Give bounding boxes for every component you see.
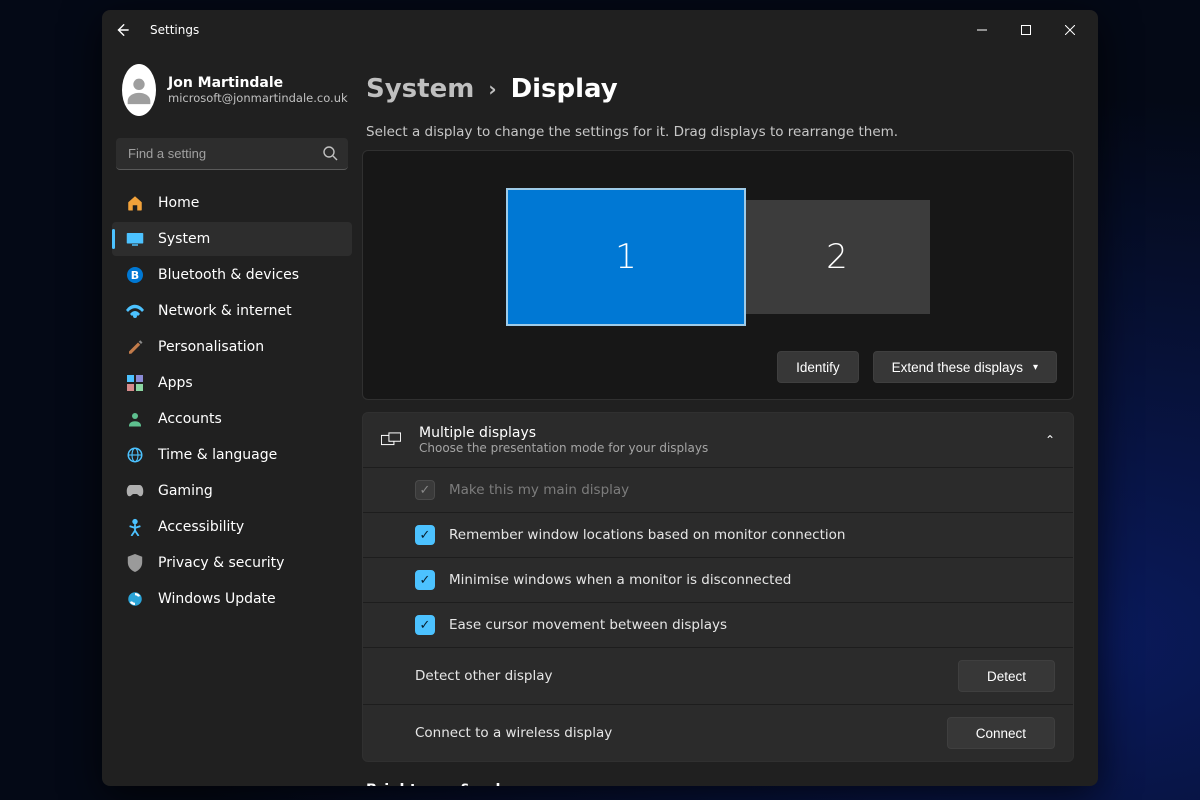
checkbox-main-disabled: ✓ <box>415 480 435 500</box>
opt-detect-label: Detect other display <box>415 668 553 684</box>
extend-label: Extend these displays <box>892 360 1023 375</box>
monitors-icon <box>381 432 401 448</box>
opt-remember[interactable]: ✓ Remember window locations based on mon… <box>363 512 1073 557</box>
card-subtitle: Choose the presentation mode for your di… <box>419 441 708 455</box>
breadcrumb: System › Display <box>362 66 1088 122</box>
nav-icon <box>126 410 144 428</box>
sidebar-item-privacy-security[interactable]: Privacy & security <box>112 546 352 580</box>
svg-text:B: B <box>131 269 139 282</box>
nav-icon <box>126 590 144 608</box>
sidebar-item-accounts[interactable]: Accounts <box>112 402 352 436</box>
opt-connect-row: Connect to a wireless display Connect <box>363 704 1073 761</box>
extend-dropdown[interactable]: Extend these displays ▾ <box>873 351 1057 383</box>
breadcrumb-parent[interactable]: System <box>366 74 474 104</box>
close-button[interactable] <box>1048 13 1092 47</box>
nav-icon <box>126 554 144 572</box>
identify-button[interactable]: Identify <box>777 351 859 383</box>
nav-icon <box>126 338 144 356</box>
scroll-area[interactable]: Select a display to change the settings … <box>362 122 1088 786</box>
nav-label: Gaming <box>158 483 213 499</box>
sidebar-item-gaming[interactable]: Gaming <box>112 474 352 508</box>
multiple-displays-card: Multiple displays Choose the presentatio… <box>362 412 1074 762</box>
monitor-2[interactable]: 2 <box>744 200 930 314</box>
window-title: Settings <box>150 23 199 37</box>
nav-label: Bluetooth & devices <box>158 267 299 283</box>
opt-main-label: Make this my main display <box>449 482 629 498</box>
nav-icon <box>126 446 144 464</box>
sidebar-item-home[interactable]: Home <box>112 186 352 220</box>
opt-connect-label: Connect to a wireless display <box>415 725 612 741</box>
profile-block[interactable]: Jon Martindale microsoft@jonmartindale.c… <box>108 60 356 124</box>
window-controls <box>960 13 1092 47</box>
chevron-up-icon: ⌃ <box>1045 433 1055 447</box>
nav-icon <box>126 375 144 391</box>
chevron-right-icon: › <box>488 77 496 101</box>
nav-icon <box>126 231 144 247</box>
sidebar-item-network-internet[interactable]: Network & internet <box>112 294 352 328</box>
titlebar: Settings <box>102 10 1098 50</box>
nav-icon <box>126 304 144 318</box>
nav-label: Windows Update <box>158 591 276 607</box>
checkbox-ease[interactable]: ✓ <box>415 615 435 635</box>
back-button[interactable] <box>114 23 130 37</box>
nav-label: Accounts <box>158 411 222 427</box>
nav-label: Network & internet <box>158 303 292 319</box>
nav-label: Personalisation <box>158 339 264 355</box>
sidebar-item-apps[interactable]: Apps <box>112 366 352 400</box>
brightness-heading: Brightness & colour <box>362 762 1074 786</box>
main-panel: System › Display Select a display to cha… <box>362 50 1098 786</box>
monitor-canvas[interactable]: 1 2 <box>379 167 1057 347</box>
sidebar-item-windows-update[interactable]: Windows Update <box>112 582 352 616</box>
nav-icon <box>126 194 144 212</box>
nav-list: Home System B Bluetooth & devices Network & … <box>108 186 356 616</box>
opt-detect-row: Detect other display Detect <box>363 647 1073 704</box>
maximize-button[interactable] <box>1004 13 1048 47</box>
connect-button[interactable]: Connect <box>947 717 1055 749</box>
detect-button[interactable]: Detect <box>958 660 1055 692</box>
card-title: Multiple displays <box>419 425 708 441</box>
opt-ease-cursor[interactable]: ✓ Ease cursor movement between displays <box>363 602 1073 647</box>
opt-main-display: ✓ Make this my main display <box>363 467 1073 512</box>
search-input[interactable] <box>116 138 348 170</box>
nav-label: Accessibility <box>158 519 244 535</box>
search-wrap <box>116 138 348 170</box>
chevron-down-icon: ▾ <box>1033 362 1038 373</box>
search-icon <box>322 145 338 165</box>
helper-text: Select a display to change the settings … <box>362 122 1074 150</box>
profile-name: Jon Martindale <box>168 75 348 91</box>
monitor-1[interactable]: 1 <box>506 188 746 326</box>
opt-ease-label: Ease cursor movement between displays <box>449 617 727 633</box>
checkbox-minimise[interactable]: ✓ <box>415 570 435 590</box>
sidebar-item-time-language[interactable]: Time & language <box>112 438 352 472</box>
settings-window: Settings Jon Martindale microsoft@jonmar… <box>102 10 1098 786</box>
minimize-button[interactable] <box>960 13 1004 47</box>
sidebar-item-system[interactable]: System <box>112 222 352 256</box>
avatar <box>122 64 156 116</box>
sidebar-item-bluetooth-devices[interactable]: B Bluetooth & devices <box>112 258 352 292</box>
nav-icon <box>126 518 144 536</box>
checkbox-remember[interactable]: ✓ <box>415 525 435 545</box>
sidebar-item-personalisation[interactable]: Personalisation <box>112 330 352 364</box>
opt-minimise[interactable]: ✓ Minimise windows when a monitor is dis… <box>363 557 1073 602</box>
nav-label: Time & language <box>158 447 277 463</box>
breadcrumb-current: Display <box>511 74 618 104</box>
sidebar-item-accessibility[interactable]: Accessibility <box>112 510 352 544</box>
opt-remember-label: Remember window locations based on monit… <box>449 527 845 543</box>
nav-icon <box>126 484 144 498</box>
display-arrange-box: 1 2 Identify Extend these displays ▾ <box>362 150 1074 400</box>
nav-icon: B <box>126 266 144 284</box>
nav-label: Apps <box>158 375 193 391</box>
profile-email: microsoft@jonmartindale.co.uk <box>168 91 348 105</box>
nav-label: Home <box>158 195 199 211</box>
opt-minimise-label: Minimise windows when a monitor is disco… <box>449 572 791 588</box>
multiple-displays-header[interactable]: Multiple displays Choose the presentatio… <box>363 413 1073 467</box>
nav-label: Privacy & security <box>158 555 284 571</box>
nav-label: System <box>158 231 210 247</box>
sidebar: Jon Martindale microsoft@jonmartindale.c… <box>102 50 362 786</box>
